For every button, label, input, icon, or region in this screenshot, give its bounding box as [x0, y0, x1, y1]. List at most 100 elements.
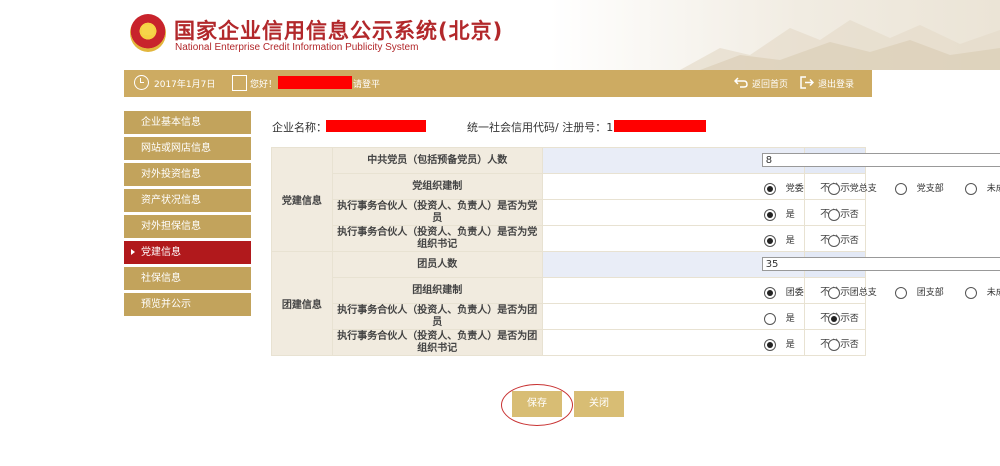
- sidebar-item-party-info[interactable]: 党建信息: [124, 241, 251, 264]
- radio-icon: [964, 182, 977, 195]
- league-member-count-input[interactable]: 35: [761, 257, 1000, 271]
- option-label: 否: [849, 340, 859, 350]
- sidebar-item-label: 党建信息: [141, 247, 181, 258]
- radio-checked-icon: [763, 338, 776, 351]
- top-bar: 2017年1月7日 您好！ 请登平 返回首页 退出登录: [124, 70, 872, 97]
- value-cell: 党委 党总支 党支部 未成立党组织: [541, 173, 1000, 200]
- option-label: 否: [849, 314, 859, 324]
- radio-checked-icon: [763, 208, 776, 221]
- radio-no[interactable]: 否: [827, 233, 859, 247]
- home-link[interactable]: 返回首页: [752, 77, 788, 90]
- back-home-icon[interactable]: [734, 77, 748, 88]
- radio-icon: [827, 234, 840, 247]
- party-group-label: 党建信息: [271, 147, 333, 252]
- value-cell: 35 人: [541, 251, 1000, 278]
- table-row: 执行事务合伙人（投资人、负责人）是否为团组织书记 是 否 不公示: [272, 329, 866, 356]
- table-row: 执行事务合伙人（投资人、负责人）是否为团员 是 否 不公示: [272, 303, 866, 330]
- value-cell: 是 否: [541, 225, 859, 252]
- radio-no-party-org[interactable]: 未成立党组织: [964, 181, 1000, 195]
- option-label: 否: [849, 236, 859, 246]
- sidebar-item-website-info[interactable]: 网站或网店信息: [124, 137, 251, 160]
- national-emblem-icon: [130, 14, 166, 52]
- user-icon: [232, 75, 247, 91]
- radio-icon: [827, 286, 840, 299]
- company-name-label: 企业名称：: [272, 121, 327, 134]
- radio-checked-icon: [763, 286, 776, 299]
- radio-checked-icon: [763, 234, 776, 247]
- option-label: 党委: [785, 184, 804, 194]
- logout-link[interactable]: 退出登录: [818, 77, 854, 90]
- radio-icon: [894, 286, 907, 299]
- radio-party-general-branch[interactable]: 党总支: [827, 181, 877, 195]
- row-label: 团组织建制: [331, 277, 543, 304]
- radio-no[interactable]: 否: [827, 311, 859, 325]
- table-row: 执行事务合伙人（投资人、负责人）是否为党员 是 否 不公示: [272, 199, 866, 226]
- row-label: 中共党员（包括预备党员）人数: [331, 147, 543, 174]
- radio-icon: [827, 338, 840, 351]
- table-row: 团组织建制 团委 团总支 团支部 未成立团组织 不公示: [272, 277, 1000, 304]
- greeting-text: 您好！: [250, 80, 278, 90]
- sidebar-item-assets-info[interactable]: 资产状况信息: [124, 189, 251, 212]
- clock-icon: [134, 75, 149, 90]
- radio-league-branch[interactable]: 团支部: [894, 285, 944, 299]
- value-cell: 是 否: [541, 303, 859, 330]
- current-date: 2017年1月7日: [154, 80, 216, 90]
- option-label: 是: [785, 236, 795, 246]
- party-building-form: 党建信息 中共党员（包括预备党员）人数 8 人 不公示 党组织建制 党委 党总支…: [271, 147, 1000, 356]
- save-button[interactable]: 保存: [512, 391, 562, 417]
- option-label: 是: [785, 340, 795, 350]
- option-label: 未成立团组织: [986, 288, 1000, 298]
- row-label: 执行事务合伙人（投资人、负责人）是否为团组织书记: [331, 329, 543, 356]
- row-label: 执行事务合伙人（投资人、负责人）是否为党组织书记: [331, 225, 543, 252]
- option-label: 团委: [785, 288, 804, 298]
- sidebar-menu: 企业基本信息 网站或网店信息 对外投资信息 资产状况信息 对外担保信息 党建信息…: [124, 111, 251, 319]
- table-row: 党建信息 中共党员（包括预备党员）人数 8 人 不公示: [271, 147, 1000, 252]
- table-row: 执行事务合伙人（投资人、负责人）是否为党组织书记 是 否 不公示: [272, 225, 866, 252]
- sidebar-item-social-security[interactable]: 社保信息: [124, 267, 251, 290]
- value-cell: 团委 团总支 团支部 未成立团组织: [541, 277, 1000, 304]
- radio-icon: [964, 286, 977, 299]
- redacted-username: [278, 76, 352, 89]
- radio-no[interactable]: 否: [827, 337, 859, 351]
- radio-icon: [763, 312, 776, 325]
- option-label: 党总支: [849, 184, 877, 194]
- option-label: 否: [849, 210, 859, 220]
- radio-party-branch[interactable]: 党支部: [894, 181, 944, 195]
- radio-checked-icon: [763, 182, 776, 195]
- radio-icon: [894, 182, 907, 195]
- logout-icon[interactable]: [800, 76, 814, 89]
- active-arrow-icon: [131, 249, 135, 255]
- sidebar-item-guarantee-info[interactable]: 对外担保信息: [124, 215, 251, 238]
- row-label: 执行事务合伙人（投资人、负责人）是否为团员: [331, 303, 543, 330]
- radio-league-general-branch[interactable]: 团总支: [827, 285, 877, 299]
- redacted-company-name: [326, 120, 426, 132]
- sidebar-item-preview-publish[interactable]: 预览并公示: [124, 293, 251, 316]
- radio-checked-icon: [827, 312, 840, 325]
- party-member-count-input[interactable]: 8: [761, 153, 1000, 167]
- value-cell: 是 否: [541, 329, 859, 356]
- radio-yes[interactable]: 是: [763, 311, 795, 325]
- radio-yes[interactable]: 是: [763, 207, 795, 221]
- close-button[interactable]: 关闭: [574, 391, 624, 417]
- option-label: 党支部: [916, 184, 944, 194]
- radio-league-committee[interactable]: 团委: [763, 285, 804, 299]
- mountain-decoration-icon: [680, 20, 1000, 70]
- sidebar-item-basic-info[interactable]: 企业基本信息: [124, 111, 251, 134]
- option-label: 团总支: [849, 288, 877, 298]
- radio-no[interactable]: 否: [827, 207, 859, 221]
- row-label: 团员人数: [331, 251, 543, 278]
- row-label: 党组织建制: [331, 173, 543, 200]
- sidebar-item-investment-info[interactable]: 对外投资信息: [124, 163, 251, 186]
- user-suffix: 请登平: [353, 80, 381, 90]
- table-row: 团建信息 团员人数 35 人 不公示: [271, 251, 1000, 356]
- radio-yes[interactable]: 是: [763, 233, 795, 247]
- radio-no-league-org[interactable]: 未成立团组织: [964, 285, 1000, 299]
- radio-icon: [827, 182, 840, 195]
- radio-yes[interactable]: 是: [763, 337, 795, 351]
- option-label: 未成立党组织: [986, 184, 1000, 194]
- option-label: 是: [785, 210, 795, 220]
- redacted-credit-code: [614, 120, 706, 132]
- value-cell: 8 人: [541, 147, 1000, 174]
- credit-code-row: 统一社会信用代码/ 注册号：1: [467, 119, 706, 135]
- radio-party-committee[interactable]: 党委: [763, 181, 804, 195]
